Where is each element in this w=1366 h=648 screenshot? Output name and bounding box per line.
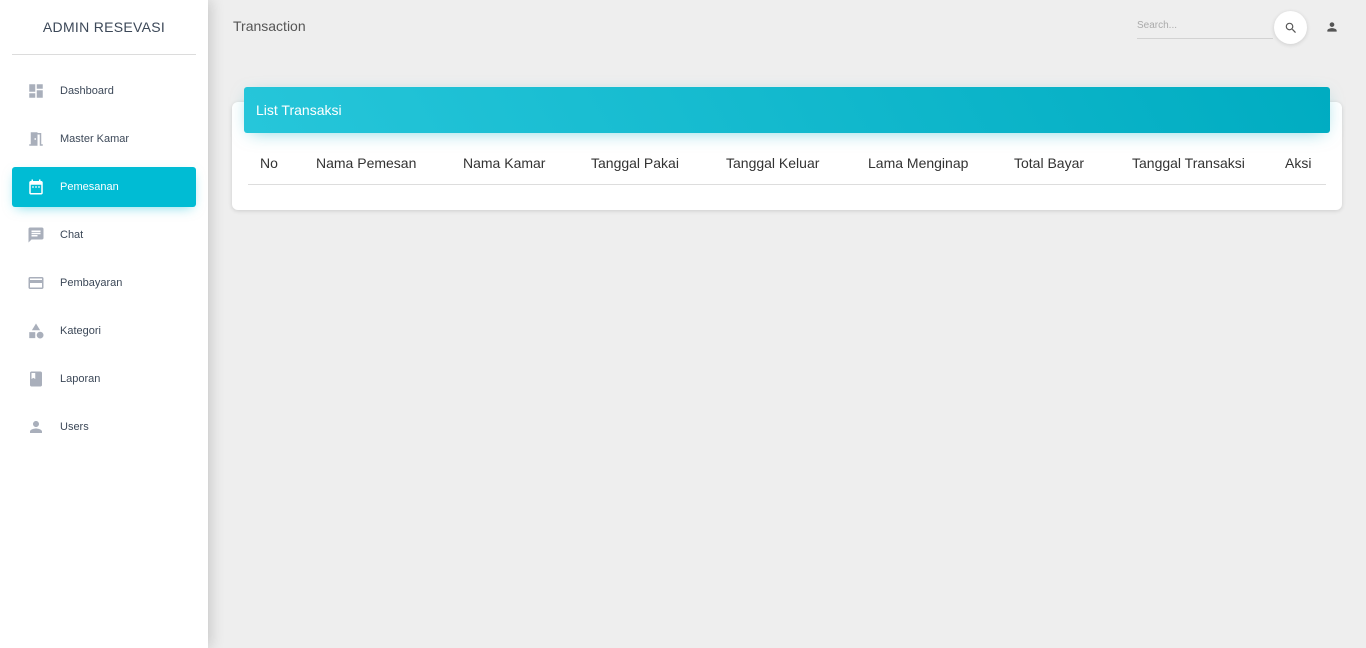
- column-header-no: No: [248, 144, 304, 185]
- sidebar-item-chat[interactable]: Chat: [12, 215, 196, 255]
- column-header-tanggal-keluar: Tanggal Keluar: [714, 144, 856, 185]
- sidebar-item-pembayaran[interactable]: Pembayaran: [12, 263, 196, 303]
- search-field: [1137, 12, 1273, 39]
- sidebar-item-label: Dashboard: [60, 85, 114, 97]
- column-header-nama-kamar: Nama Kamar: [451, 144, 579, 185]
- sidebar-item-label: Master Kamar: [60, 133, 130, 145]
- search-icon: [1284, 21, 1298, 35]
- transaction-table-wrapper: No Nama Pemesan Nama Kamar Tanggal Pakai…: [248, 144, 1326, 185]
- table-header-row: No Nama Pemesan Nama Kamar Tanggal Pakai…: [248, 144, 1326, 185]
- room-icon: [26, 129, 46, 149]
- column-header-aksi: Aksi: [1273, 144, 1326, 185]
- column-header-tanggal-transaksi: Tanggal Transaksi: [1120, 144, 1273, 185]
- transaction-table: No Nama Pemesan Nama Kamar Tanggal Pakai…: [248, 144, 1326, 185]
- calendar-icon: [26, 177, 46, 197]
- credit-card-icon: [26, 273, 46, 293]
- top-navbar: Transaction: [208, 0, 1366, 56]
- sidebar-item-label: Pembayaran: [60, 277, 123, 289]
- sidebar-item-label: Pemesanan: [60, 181, 119, 193]
- user-menu-button[interactable]: [1322, 17, 1342, 37]
- sidebar-item-laporan[interactable]: Laporan: [12, 359, 196, 399]
- sidebar-item-master-kamar[interactable]: Master Kamar: [12, 119, 196, 159]
- sidebar-item-pemesanan[interactable]: Pemesanan: [12, 167, 196, 207]
- brand-title[interactable]: ADMIN RESEVASI: [12, 0, 196, 55]
- book-icon: [26, 369, 46, 389]
- page-title[interactable]: Transaction: [233, 18, 306, 34]
- column-header-tanggal-pakai: Tanggal Pakai: [579, 144, 714, 185]
- sidebar-item-label: Users: [60, 421, 89, 433]
- chat-icon: [26, 225, 46, 245]
- sidebar-item-label: Laporan: [60, 373, 101, 385]
- search-input[interactable]: [1137, 12, 1273, 38]
- sidebar-item-kategori[interactable]: Kategori: [12, 311, 196, 351]
- search-button[interactable]: [1274, 11, 1307, 44]
- card-title: List Transaksi: [256, 102, 342, 118]
- column-header-lama-menginap: Lama Menginap: [856, 144, 1002, 185]
- sidebar-item-label: Kategori: [60, 325, 101, 337]
- column-header-total-bayar: Total Bayar: [1002, 144, 1120, 185]
- sidebar-item-label: Chat: [60, 229, 84, 241]
- sidebar: ADMIN RESEVASI Dashboard Master Kamar Pe…: [0, 0, 208, 648]
- person-icon: [1325, 20, 1339, 34]
- column-header-nama-pemesan: Nama Pemesan: [304, 144, 451, 185]
- sidebar-nav: Dashboard Master Kamar Pemesanan Chat Pe…: [0, 55, 208, 447]
- card-header: List Transaksi: [244, 87, 1330, 133]
- person-icon: [26, 417, 46, 437]
- sidebar-item-dashboard[interactable]: Dashboard: [12, 71, 196, 111]
- category-icon: [26, 321, 46, 341]
- dashboard-icon: [26, 81, 46, 101]
- sidebar-item-users[interactable]: Users: [12, 407, 196, 447]
